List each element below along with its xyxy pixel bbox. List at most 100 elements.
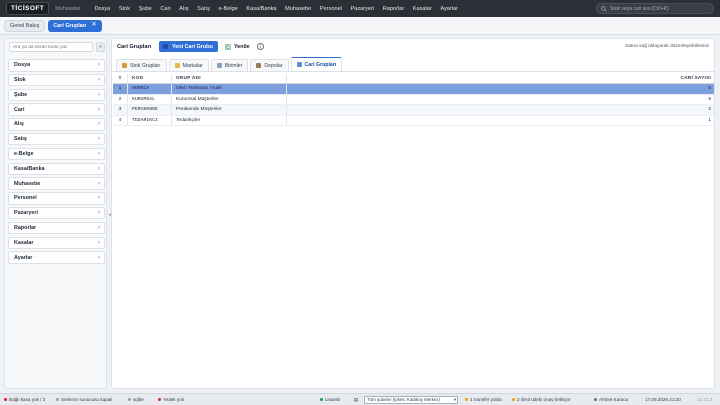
- sidebar-item-e-belge[interactable]: e-Belge ›: [8, 147, 105, 161]
- tab-label: Depolar: [264, 62, 283, 69]
- menu-stok[interactable]: Stok: [119, 6, 130, 12]
- sidebar-item-label: Şube: [14, 91, 28, 98]
- column-header-name[interactable]: GRUP ADI: [172, 74, 287, 83]
- menu-cari[interactable]: Cari: [160, 6, 170, 12]
- tab-stok-gruplari[interactable]: Stok Grupları: [116, 59, 167, 71]
- sidebar-item-label: Muhasebe: [14, 180, 41, 187]
- row-name: Perakende Müşteriler: [172, 105, 287, 115]
- tab-markalar[interactable]: Markalar: [168, 59, 209, 71]
- menu-sube[interactable]: Şube: [139, 6, 152, 12]
- menu-ayarlar[interactable]: Ayarlar: [440, 6, 458, 12]
- chevron-right-icon: ›: [98, 151, 100, 158]
- table-header: # KOD GRUP ADI CARİ SAYISI: [113, 74, 714, 84]
- menu-personel[interactable]: Personel: [320, 6, 342, 12]
- status-user-text: Ahmet Karaca: [599, 396, 629, 402]
- table-row[interactable]: 2 KURUMSAL Kurumsal Müşteriler 5: [113, 94, 714, 105]
- chevron-right-icon: ›: [98, 165, 100, 172]
- table-row[interactable]: 4 TEDARIKCI Tedarikçiler 1: [113, 115, 714, 126]
- menu-e-belge[interactable]: e-Belge: [218, 6, 237, 12]
- menu-satis[interactable]: Satış: [197, 6, 210, 12]
- sidebar-item-personel[interactable]: Personel ›: [8, 192, 105, 205]
- menu-muhasebe[interactable]: Muhasebe: [285, 6, 311, 12]
- sidebar-item-label: e-Belge: [14, 151, 34, 158]
- menu-dosya[interactable]: Dosya: [94, 6, 110, 12]
- status-queue: Bağlı kasa yok / 3: [4, 397, 45, 402]
- sidebar-item-dosya[interactable]: Dosya ›: [8, 59, 105, 72]
- column-header-num[interactable]: #: [113, 74, 128, 83]
- tab-home[interactable]: Genel Bakış: [4, 19, 46, 32]
- status-backup-text: Yedek yok: [163, 396, 185, 402]
- row-count: 5: [708, 86, 711, 92]
- row-num: 2: [113, 94, 128, 104]
- chevron-right-icon: ›: [98, 195, 100, 202]
- tab-home-label: Genel Bakış: [10, 22, 40, 29]
- new-cari-group-button[interactable]: Yeni Cari Grubu: [159, 41, 218, 52]
- status-server: Senkron sunucusu kapalı: [56, 397, 113, 402]
- status-dot-icon: [465, 397, 468, 401]
- row-name: Kurumsal Müşteriler: [172, 94, 287, 104]
- row-code: PERAKENDE: [128, 105, 172, 115]
- status-dot-icon: [56, 397, 59, 401]
- status-transfer-text: 1 transfer yolda: [470, 396, 502, 402]
- row-num: 3: [113, 105, 128, 115]
- info-icon[interactable]: i: [257, 42, 264, 50]
- branch-select-value: Tüm şubeler (Ipkes: Kadıköy Merkez): [367, 396, 440, 402]
- subtab-bar: Stok Grupları Markalar Birimler Depolar …: [116, 57, 344, 71]
- status-approval-text: 2 ilimit talebi onay bekliyor: [517, 396, 571, 402]
- sidebar-search-input[interactable]: [9, 42, 93, 52]
- sidebar-item-pazaryeri[interactable]: Pazaryeri ›: [8, 206, 105, 220]
- app-logo[interactable]: TİCİSOFT: [6, 2, 50, 15]
- status-license: Lisanslı: [320, 397, 341, 402]
- sidebar-item-muhasebe[interactable]: Muhasebe ›: [8, 177, 105, 190]
- chevron-right-icon: ›: [98, 225, 100, 232]
- sidebar-item-sube[interactable]: Şube ›: [8, 88, 105, 102]
- sidebar-item-ayarlar[interactable]: Ayarlar ›: [8, 251, 105, 264]
- sidebar-item-kasa-banka[interactable]: Kasa/Banka ›: [8, 162, 105, 176]
- sidebar-collapse-button[interactable]: «: [96, 42, 105, 52]
- refresh-button[interactable]: Yenile: [225, 41, 250, 52]
- menu-kasa-banka[interactable]: Kasa/Banka: [246, 6, 276, 12]
- status-server-text: Senkron sunucusu kapalı: [61, 396, 113, 402]
- row-num: 1: [113, 84, 128, 94]
- tab-birimler[interactable]: Birimler: [210, 59, 249, 71]
- global-search-placeholder: Stok veya cari ara (Ctrl+K): [610, 5, 669, 12]
- menu-pazaryeri[interactable]: Pazaryeri: [351, 6, 375, 12]
- user-icon: [594, 397, 597, 401]
- row-code: HORECA: [128, 84, 172, 94]
- sidebar-item-label: Pazaryeri: [14, 210, 38, 217]
- chevron-down-icon: ▾: [453, 396, 456, 402]
- main-menu: Dosya Stok Şube Cari Alış Satış e-Belge …: [94, 6, 466, 12]
- status-approval[interactable]: 2 ilimit talebi onay bekliyor: [512, 397, 571, 402]
- sidebar-item-stok[interactable]: Stok ›: [8, 73, 105, 87]
- sidebar-item-kasalar[interactable]: Kasalar ›: [8, 236, 105, 250]
- close-icon[interactable]: ✕: [91, 22, 96, 29]
- sidebar-menu: Dosya › Stok › Şube › Cari › Alış › Satış › e-…: [8, 59, 105, 266]
- table-row[interactable]: 3 PERAKENDE Perakende Müşteriler 2: [113, 105, 714, 116]
- table-row[interactable]: 1 HORECA Otel / Restoran / Kafe 5: [113, 84, 714, 95]
- tab-cari-gruplari[interactable]: Cari Grupları ✕: [48, 19, 102, 32]
- status-transfer[interactable]: 1 transfer yolda: [465, 397, 502, 402]
- menu-alis[interactable]: Alış: [179, 6, 188, 12]
- users-icon: [296, 62, 302, 67]
- sidebar-item-cari[interactable]: Cari ›: [8, 103, 105, 116]
- branch-select[interactable]: Tüm şubeler (Ipkes: Kadıköy Merkez) ▾: [364, 395, 458, 404]
- menu-kasalar[interactable]: Kasalar: [413, 6, 432, 12]
- tab-label: Markalar: [182, 62, 203, 69]
- sidebar-item-alis[interactable]: Alış ›: [8, 118, 105, 131]
- refresh-label: Yenile: [234, 43, 250, 50]
- plus-icon: [163, 44, 168, 49]
- chevron-right-icon: ›: [98, 239, 100, 246]
- tab-cari-gruplari-sub[interactable]: Cari Grupları: [290, 57, 343, 71]
- global-search-input[interactable]: Stok veya cari ara (Ctrl+K): [596, 3, 714, 14]
- row-count: 2: [708, 107, 711, 113]
- menu-raporlar[interactable]: Raporlar: [383, 6, 404, 12]
- column-header-count[interactable]: CARİ SAYISI: [287, 74, 714, 83]
- tab-depolar[interactable]: Depolar: [250, 59, 289, 71]
- column-header-code[interactable]: KOD: [128, 74, 172, 83]
- app-subtitle: Muhasebe: [55, 5, 81, 12]
- sidebar-item-satis[interactable]: Satış ›: [8, 132, 105, 146]
- status-bar: Bağlı kasa yok / 3 Senkron sunucusu kapa…: [0, 393, 720, 405]
- status-user[interactable]: Ahmet Karaca: [594, 397, 628, 402]
- sidebar-item-raporlar[interactable]: Raporlar ›: [8, 221, 105, 235]
- row-code: TEDARIKCI: [128, 115, 172, 125]
